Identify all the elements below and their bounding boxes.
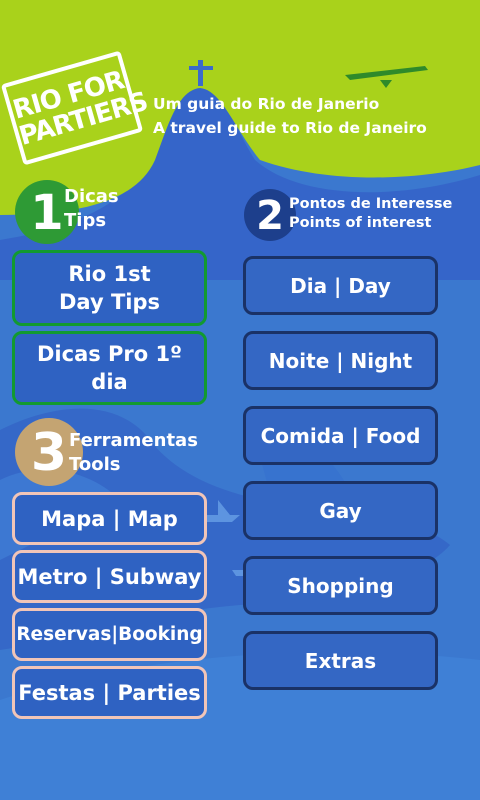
section-tools-title-en: Tools [69,454,121,475]
button-line: Dicas Pro 1º [36,342,182,366]
button-label: Mapa | Map [41,506,178,531]
section-tools-title-pt: Ferramentas [69,430,198,451]
button-label: Comida | Food [260,423,421,448]
subway-button[interactable]: Metro | Subway [12,550,207,603]
rio-first-day-tips-button[interactable]: Rio 1st Day Tips [12,250,207,326]
section-points-title-pt: Pontos de Interesse [289,196,453,212]
section-points-title-en: Points of interest [289,215,432,231]
button-line: Rio 1st [68,262,151,286]
day-button[interactable]: Dia | Day [243,256,438,315]
booking-button[interactable]: Reservas|Booking [12,608,207,661]
button-line: dia [91,370,128,394]
button-label: Metro | Subway [17,564,202,589]
gay-button[interactable]: Gay [243,481,438,540]
tagline-portuguese: Um guia do Rio de Janerio [153,95,380,113]
button-label: Extras [304,648,377,673]
night-button[interactable]: Noite | Night [243,331,438,390]
section-number-3: 3 [15,418,83,486]
pro-first-day-tips-button[interactable]: Dicas Pro 1º dia [12,331,207,405]
shopping-button[interactable]: Shopping [243,556,438,615]
food-button[interactable]: Comida | Food [243,406,438,465]
section-tips-title-en: Tips [64,210,107,231]
button-line: Day Tips [58,290,160,314]
button-label: Festas | Parties [18,680,201,705]
button-label: Gay [319,498,362,523]
button-label: Noite | Night [268,348,413,373]
button-label: Dia | Day [290,273,391,298]
parties-button[interactable]: Festas | Parties [12,666,207,719]
button-label: Reservas|Booking [16,624,203,645]
button-label: Shopping [287,573,394,598]
extras-button[interactable]: Extras [243,631,438,690]
map-button[interactable]: Mapa | Map [12,492,207,545]
section-tips-title-pt: Dicas [64,186,119,207]
tagline-english: A travel guide to Rio de Janeiro [153,119,427,137]
